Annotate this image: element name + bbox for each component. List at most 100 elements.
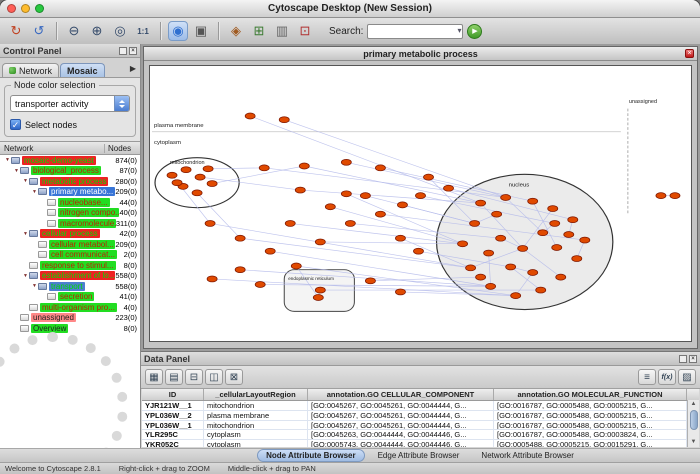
graph-node[interactable] xyxy=(670,193,680,199)
scroll-up-icon[interactable]: ▲ xyxy=(691,400,697,409)
tab-mosaic[interactable]: Mosaic xyxy=(60,63,105,77)
graph-node[interactable] xyxy=(172,180,182,186)
graph-node[interactable] xyxy=(518,245,528,251)
graph-node[interactable] xyxy=(192,190,202,196)
table-row[interactable]: YLR295Ccytoplasm[GO:0045263, GO:0044444,… xyxy=(142,430,687,440)
graph-node[interactable] xyxy=(395,235,405,241)
graph-node[interactable] xyxy=(395,289,405,295)
graph-node[interactable] xyxy=(444,185,454,191)
zoom-selected-icon[interactable]: ◎ xyxy=(110,21,130,41)
minimize-window-button[interactable] xyxy=(21,4,30,13)
tree-item-response-to-stimul[interactable]: response to stimul...8(0) xyxy=(0,260,140,271)
tree-item-transport[interactable]: ▼transport558(0) xyxy=(0,281,140,292)
expand-arrow-icon[interactable]: ▼ xyxy=(31,189,38,195)
tree-item-establishment-of-lo[interactable]: ▼establishment of lo...558(0) xyxy=(0,271,140,282)
graph-node[interactable] xyxy=(279,117,289,123)
tree-item-metabolic-process[interactable]: ▼metabolic process280(0) xyxy=(0,176,140,187)
graph-node[interactable] xyxy=(235,267,245,273)
close-panel-icon[interactable]: × xyxy=(129,47,137,55)
graph-node[interactable] xyxy=(564,232,574,238)
tree-item-nucleobase[interactable]: nucleobase...44(0) xyxy=(0,197,140,208)
combo-arrows-icon[interactable] xyxy=(114,96,129,111)
graph-node[interactable] xyxy=(484,250,494,256)
table-row[interactable]: YPL036W__2plasma membrane[GO:0045267, GO… xyxy=(142,411,687,421)
table-scrollbar[interactable]: ▲ ▼ xyxy=(687,400,699,447)
graph-node[interactable] xyxy=(538,230,548,236)
graph-node[interactable] xyxy=(375,211,385,217)
graph-node[interactable] xyxy=(568,217,578,223)
expand-arrow-icon[interactable]: ▼ xyxy=(22,178,29,184)
delete-table-icon[interactable]: ⊠ xyxy=(225,369,243,385)
column-header-region[interactable]: _cellularLayoutRegion xyxy=(204,389,308,400)
graph-node[interactable] xyxy=(291,263,301,269)
graph-node[interactable] xyxy=(205,220,215,226)
function-builder-icon[interactable]: f(x) xyxy=(658,369,676,385)
graph-node[interactable] xyxy=(397,202,407,208)
tree-item-cellular-metabol[interactable]: cellular metabol...209(0) xyxy=(0,239,140,250)
vizmapper-icon[interactable]: ◈ xyxy=(226,21,246,41)
table-row[interactable]: YKR052Ccytoplasm[GO:0005743, GO:0044444,… xyxy=(142,440,687,447)
graph-node[interactable] xyxy=(511,293,521,299)
attribute-batch-icon[interactable]: ≡ xyxy=(638,369,656,385)
window-titlebar[interactable]: Cytoscape Desktop (New Session) xyxy=(0,0,700,18)
graph-node[interactable] xyxy=(458,241,468,247)
tab-network-attribute-browser[interactable]: Network Attribute Browser xyxy=(472,449,582,462)
refresh-network-icon[interactable]: ↻ xyxy=(6,21,26,41)
zoom-out-icon[interactable]: ⊖ xyxy=(64,21,84,41)
tree-item-cellular-process[interactable]: ▼cellular process42(0) xyxy=(0,229,140,240)
tab-node-attribute-browser[interactable]: Node Attribute Browser xyxy=(257,449,365,462)
import-network-icon[interactable]: ▥ xyxy=(272,21,292,41)
graph-node[interactable] xyxy=(656,193,666,199)
graph-node[interactable] xyxy=(466,265,476,271)
column-header-cellular-component[interactable]: annotation.GO CELLULAR_COMPONENT xyxy=(308,389,494,400)
graph-node[interactable] xyxy=(476,274,486,280)
close-window-button[interactable] xyxy=(7,4,16,13)
tab-scroll-right-icon[interactable]: ▶ xyxy=(130,64,138,73)
plugin-icon[interactable]: ⊡ xyxy=(295,21,315,41)
tree-item-unassigned[interactable]: unassigned223(0) xyxy=(0,313,140,324)
scroll-down-icon[interactable]: ▼ xyxy=(691,438,697,447)
graph-node[interactable] xyxy=(580,237,590,243)
graph-node[interactable] xyxy=(207,276,217,282)
graph-node[interactable] xyxy=(360,193,370,199)
graph-node[interactable] xyxy=(245,113,255,119)
table-row[interactable]: YJR121W__1mitochondrion[GO:0045267, GO:0… xyxy=(142,401,687,411)
float-data-panel-icon[interactable] xyxy=(679,355,687,363)
delete-attribute-icon[interactable]: ⊟ xyxy=(185,369,203,385)
scrollbar-thumb[interactable] xyxy=(690,410,698,430)
tab-edge-attribute-browser[interactable]: Edge Attribute Browser xyxy=(369,449,469,462)
tree-item-multi-organism-pro[interactable]: multi-organism pro...4(0) xyxy=(0,302,140,313)
graph-node[interactable] xyxy=(536,287,546,293)
graph-node[interactable] xyxy=(341,191,351,197)
graph-node[interactable] xyxy=(295,187,305,193)
graph-node[interactable] xyxy=(341,159,351,165)
graph-node[interactable] xyxy=(365,278,375,284)
tree-column-nodes[interactable]: Nodes xyxy=(105,144,140,153)
first-neighbors-icon[interactable]: ◉ xyxy=(168,21,188,41)
graph-node[interactable] xyxy=(492,211,502,217)
expand-arrow-icon[interactable]: ▼ xyxy=(13,168,20,174)
graph-node[interactable] xyxy=(325,204,335,210)
graph-node[interactable] xyxy=(203,166,213,172)
tab-network[interactable]: Network xyxy=(2,63,59,77)
column-header-molecular-function[interactable]: annotation.GO MOLECULAR_FUNCTION xyxy=(494,389,687,400)
update-network-icon[interactable]: ↺ xyxy=(29,21,49,41)
expand-arrow-icon[interactable]: ▼ xyxy=(31,283,38,289)
graph-node[interactable] xyxy=(496,235,506,241)
tree-item-mosaic-demo-yeast[interactable]: ▼mosaic-demo-yeast874(0) xyxy=(0,155,140,166)
expand-arrow-icon[interactable]: ▼ xyxy=(22,273,29,279)
graph-node[interactable] xyxy=(413,248,423,254)
graph-node[interactable] xyxy=(424,174,434,180)
expand-arrow-icon[interactable]: ▼ xyxy=(4,157,11,163)
graph-node[interactable] xyxy=(501,195,511,201)
graph-node[interactable] xyxy=(313,295,323,301)
tree-item-secretion[interactable]: secretion41(0) xyxy=(0,292,140,303)
tree-item-primary-metabo[interactable]: ▼primary metabo...209(0) xyxy=(0,187,140,198)
tree-item-cell-communicat[interactable]: cell communicat...2(0) xyxy=(0,250,140,261)
import-attributes-icon[interactable]: ▨ xyxy=(678,369,696,385)
graph-node[interactable] xyxy=(528,270,538,276)
graph-node[interactable] xyxy=(470,220,480,226)
column-header-id[interactable]: ID xyxy=(142,389,204,400)
checkbox-checked-icon[interactable]: ✓ xyxy=(10,119,21,130)
graph-node[interactable] xyxy=(315,239,325,245)
